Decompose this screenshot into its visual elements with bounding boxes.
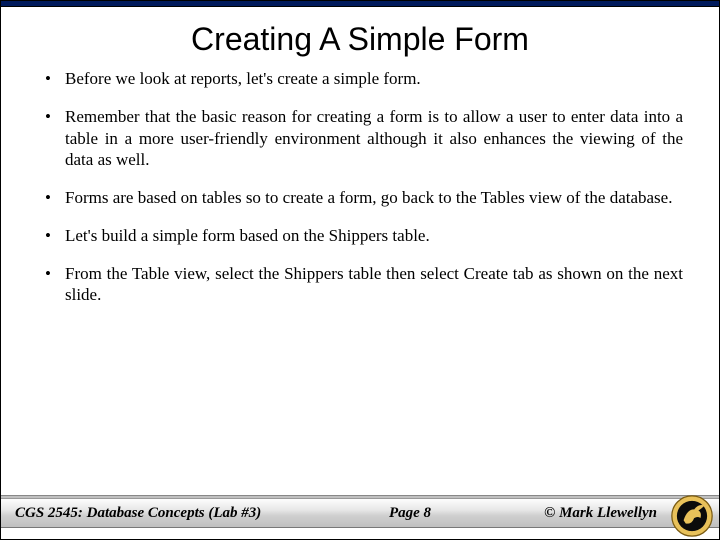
bullet-item: Forms are based on tables so to create a…	[37, 187, 683, 209]
ucf-pegasus-icon	[671, 495, 713, 537]
footer: CGS 2545: Database Concepts (Lab #3) Pag…	[1, 495, 719, 539]
bullet-item: Let's build a simple form based on the S…	[37, 225, 683, 247]
slide-title: Creating A Simple Form	[1, 7, 719, 68]
footer-course: CGS 2545: Database Concepts (Lab #3)	[15, 505, 261, 522]
bullet-item: Remember that the basic reason for creat…	[37, 106, 683, 171]
slide: Creating A Simple Form Before we look at…	[0, 0, 720, 540]
footer-page: Page 8	[389, 505, 431, 522]
bullet-item: Before we look at reports, let's create …	[37, 68, 683, 90]
bullet-item: From the Table view, select the Shippers…	[37, 263, 683, 307]
footer-bar: CGS 2545: Database Concepts (Lab #3) Pag…	[1, 498, 719, 528]
content-area: Before we look at reports, let's create …	[1, 68, 719, 539]
bullet-list: Before we look at reports, let's create …	[37, 68, 683, 306]
